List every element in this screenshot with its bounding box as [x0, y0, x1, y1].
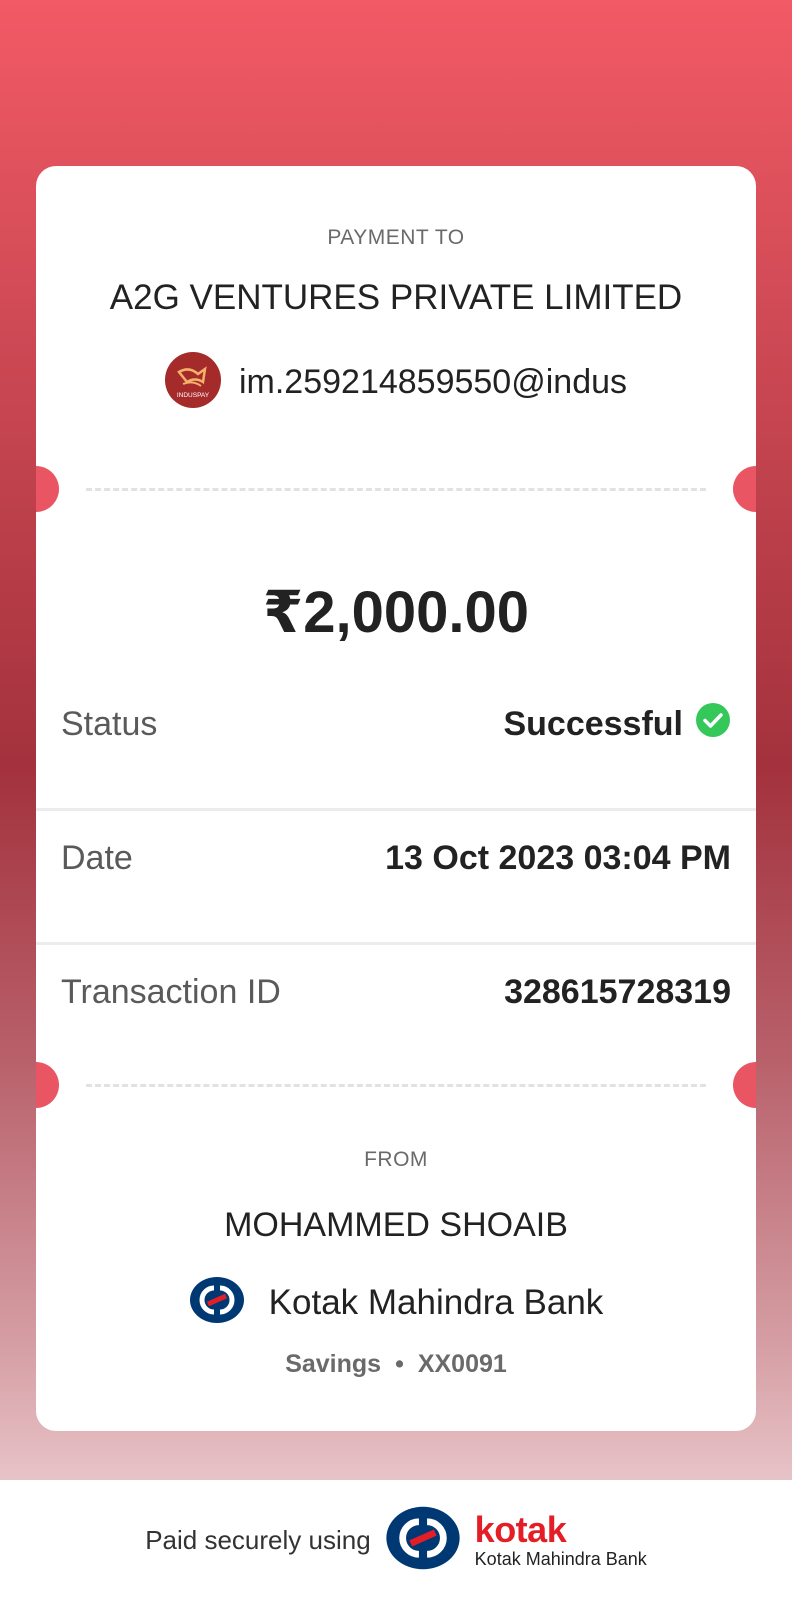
footer-paid-securely-text: Paid securely using [145, 1524, 371, 1555]
dashed-separator-bottom [86, 1084, 706, 1087]
kotak-brand-name: kotak [474, 1509, 567, 1550]
payee-vpa: im.259214859550@indus [238, 363, 628, 401]
ticket-notch-right-bottom [733, 1062, 756, 1108]
sender-name: MOHAMMED SHOAIB [224, 1206, 568, 1244]
induspay-logo-icon: INDUSPAY [164, 352, 221, 413]
footer-bar: Paid securely using kotak Kotak Mahindra… [0, 1480, 792, 1600]
check-circle-icon [695, 702, 731, 747]
row-divider [36, 942, 756, 945]
dashed-separator-top [86, 488, 706, 491]
kotak-brand-wordmark: kotak Kotak Mahindra Bank [474, 1509, 647, 1569]
sender-account-info: Savings • XX0091 [36, 1350, 756, 1379]
from-label: FROM [364, 1148, 428, 1171]
kotak-logo-icon [189, 1276, 245, 1329]
ticket-notch-left-bottom [36, 1062, 59, 1108]
account-type: Savings [285, 1350, 382, 1378]
payee-name: A2G VENTURES PRIVATE LIMITED [109, 278, 683, 317]
account-separator: • [395, 1350, 404, 1378]
payment-amount: ₹2,000.00 [262, 580, 530, 645]
transaction-id-row: Transaction ID 328615728319 [61, 967, 731, 1017]
receipt-card: PAYMENT TO A2G VENTURES PRIVATE LIMITED … [36, 166, 756, 1431]
sender-bank-name: Kotak Mahindra Bank [268, 1282, 604, 1322]
date-row: Date 13 Oct 2023 03:04 PM [61, 833, 731, 883]
induspay-logo-text: INDUSPAY [177, 392, 210, 399]
account-number: XX0091 [417, 1350, 507, 1378]
payee-vpa-row: INDUSPAY im.259214859550@indus [36, 352, 756, 413]
transaction-id-label: Transaction ID [61, 972, 281, 1011]
payment-to-label: PAYMENT TO [327, 226, 465, 249]
kotak-brand-subtitle: Kotak Mahindra Bank [474, 1549, 647, 1569]
sender-bank-row: Kotak Mahindra Bank [36, 1276, 756, 1329]
kotak-brand-logo-icon [385, 1505, 461, 1576]
date-value: 13 Oct 2023 03:04 PM [385, 838, 731, 877]
row-divider [36, 808, 756, 811]
status-label: Status [61, 704, 158, 743]
date-label: Date [61, 838, 133, 877]
ticket-notch-right-top [733, 466, 756, 512]
status-row: Status Successful [61, 699, 731, 749]
status-value: Successful [503, 704, 683, 743]
transaction-id-value: 328615728319 [504, 972, 731, 1011]
status-value-group: Successful [503, 702, 731, 747]
ticket-notch-left-top [36, 466, 59, 512]
